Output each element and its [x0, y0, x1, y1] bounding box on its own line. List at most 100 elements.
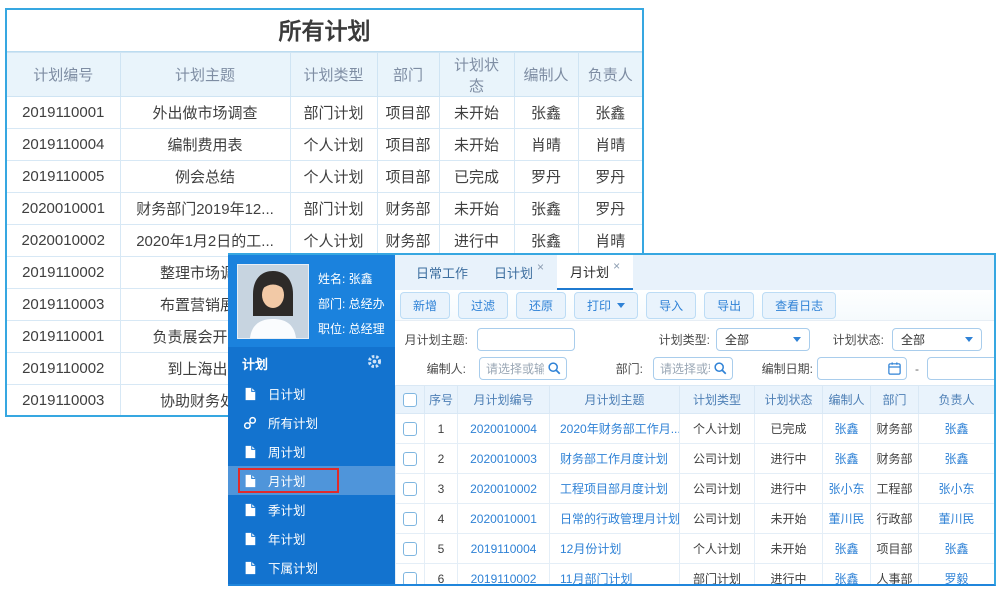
- magnifier-icon[interactable]: [547, 361, 562, 376]
- cell-creator-link[interactable]: 张鑫: [822, 533, 871, 564]
- dept-filter-label: 部门:: [615, 362, 643, 376]
- cell-dept: 工程部: [870, 473, 919, 504]
- cell-no: 3: [424, 473, 458, 504]
- cell-owner-link[interactable]: 张鑫: [918, 413, 994, 444]
- cell-creator: 张鑫: [513, 96, 579, 129]
- cell-owner: 肖晴: [577, 128, 642, 161]
- sidebar-item-all-plans[interactable]: 所有计划: [228, 408, 395, 437]
- sidebar-item-quarterly-plan[interactable]: 季计划: [228, 495, 395, 524]
- cell-dept: 项目部: [376, 128, 440, 161]
- column-header: 计划类型: [679, 385, 755, 414]
- profile-department: 部门: 总经办: [318, 297, 385, 311]
- restore-button[interactable]: 还原: [516, 291, 567, 319]
- cell-type: 部门计划: [679, 563, 755, 584]
- column-header: 编制人: [513, 52, 579, 97]
- tab-daily-plan[interactable]: 日计划 ×: [481, 255, 557, 290]
- status-filter-select[interactable]: 全部: [892, 328, 982, 351]
- cell-subject-link[interactable]: 工程项目部月度计划: [549, 473, 680, 504]
- row-checkbox[interactable]: [403, 451, 417, 466]
- profile-name: 姓名: 张鑫: [318, 272, 373, 286]
- print-button[interactable]: 打印: [574, 291, 639, 319]
- sidebar-item-subordinate-plan[interactable]: 下属计划: [228, 553, 395, 582]
- cell-owner-link[interactable]: 罗毅: [918, 563, 994, 584]
- column-header: 月计划主题: [549, 385, 680, 414]
- row-checkbox[interactable]: [403, 541, 417, 556]
- row-checkbox[interactable]: [403, 511, 417, 526]
- cell-owner-link[interactable]: 董川民: [918, 503, 994, 534]
- cell-status: 已完成: [754, 413, 823, 444]
- cell-owner: 罗丹: [577, 160, 642, 193]
- type-filter-label: 计划类型:: [658, 333, 710, 347]
- table-row: 2019110001 外出做市场调查 部门计划 项目部 未开始 张鑫 张鑫: [7, 96, 642, 129]
- close-icon[interactable]: ×: [537, 260, 544, 274]
- cell-plan-id: 2019110004: [7, 128, 121, 161]
- sidebar-item-yearly-plan[interactable]: 年计划: [228, 524, 395, 553]
- column-header: 序号: [424, 385, 458, 414]
- table-row: 6 2019110002 11月部门计划 部门计划 进行中 张鑫 人事部 罗毅: [395, 563, 994, 584]
- cell-creator-link[interactable]: 张鑫: [822, 443, 871, 474]
- cell-dept: 项目部: [870, 533, 919, 564]
- cell-subject-link[interactable]: 日常的行政管理月计划: [549, 503, 680, 534]
- subject-filter-input[interactable]: [477, 328, 575, 351]
- cell-status: 进行中: [754, 473, 823, 504]
- sidebar-item-daily-plan[interactable]: 日计划: [228, 379, 395, 408]
- cell-subject-link[interactable]: 财务部工作月度计划: [549, 443, 680, 474]
- caret-down-icon: [617, 302, 626, 308]
- sidebar-item-label: 月计划: [268, 475, 306, 489]
- view-log-button[interactable]: 查看日志: [762, 291, 837, 319]
- cell-subject-link[interactable]: 2020年财务部工作月...: [549, 413, 680, 444]
- cell-creator-link[interactable]: 董川民: [822, 503, 871, 534]
- cell-subject: 编制费用表: [119, 128, 291, 161]
- cell-owner-link[interactable]: 张小东: [918, 473, 994, 504]
- type-filter-select[interactable]: 全部: [716, 328, 810, 351]
- cell-creator-link[interactable]: 张小东: [822, 473, 871, 504]
- cell-creator-link[interactable]: 张鑫: [822, 563, 871, 584]
- creator-filter-label: 编制人:: [426, 362, 466, 376]
- tab-monthly-plan[interactable]: 月计划 ×: [557, 255, 634, 290]
- row-checkbox[interactable]: [403, 571, 417, 584]
- cell-subject: 2020年1月2日的工...: [119, 224, 291, 257]
- calendar-icon[interactable]: [887, 361, 902, 376]
- add-button[interactable]: 新增: [400, 291, 451, 319]
- close-icon[interactable]: ×: [613, 259, 620, 273]
- table-row: 2020010001 财务部门2019年12... 部门计划 财务部 未开始 张…: [7, 192, 642, 225]
- cell-plan-id-link[interactable]: 2020010001: [457, 503, 550, 534]
- created-date-to-input[interactable]: [927, 357, 994, 380]
- cell-plan-id-link[interactable]: 2020010003: [457, 443, 550, 474]
- toolbar: 新增 过滤 还原 打印 导入 导出 查看日志: [395, 290, 994, 321]
- tab-daily-work[interactable]: 日常工作: [403, 255, 481, 290]
- filter-button[interactable]: 过滤: [458, 291, 509, 319]
- user-profile: 姓名: 张鑫 部门: 总经办 职位: 总经理: [228, 255, 395, 347]
- cell-plan-id-link[interactable]: 2020010004: [457, 413, 550, 444]
- cell-plan-id-link[interactable]: 2019110002: [457, 563, 550, 584]
- import-button[interactable]: 导入: [646, 291, 697, 319]
- column-header: 部门: [870, 385, 919, 414]
- gear-icon[interactable]: [367, 354, 382, 372]
- cell-owner-link[interactable]: 张鑫: [918, 533, 994, 564]
- sidebar-item-label: 年计划: [268, 533, 306, 547]
- cell-type: 个人计划: [679, 413, 755, 444]
- chain-link-icon: [243, 416, 257, 430]
- table-header-row: 序号 月计划编号 月计划主题 计划类型 计划状态 编制人 部门 负责人: [395, 385, 994, 414]
- cell-dept: 行政部: [870, 503, 919, 534]
- row-checkbox[interactable]: [403, 481, 417, 496]
- select-all-checkbox[interactable]: [403, 392, 417, 407]
- cell-subject-link[interactable]: 12月份计划: [549, 533, 680, 564]
- cell-creator: 张鑫: [513, 224, 579, 257]
- cell-dept: 财务部: [870, 413, 919, 444]
- tab-label: 月计划: [570, 265, 610, 280]
- sidebar-item-monthly-plan[interactable]: 月计划: [228, 466, 395, 495]
- cell-creator-link[interactable]: 张鑫: [822, 413, 871, 444]
- cell-plan-id-link[interactable]: 2020010002: [457, 473, 550, 504]
- sidebar-item-weekly-plan[interactable]: 周计划: [228, 437, 395, 466]
- cell-status: 已完成: [438, 160, 515, 193]
- subject-filter-label: 月计划主题:: [404, 333, 468, 347]
- row-checkbox[interactable]: [403, 421, 417, 436]
- cell-plan-id: 2019110005: [7, 160, 121, 193]
- cell-plan-id-link[interactable]: 2019110004: [457, 533, 550, 564]
- magnifier-icon[interactable]: [713, 361, 728, 376]
- cell-owner-link[interactable]: 张鑫: [918, 443, 994, 474]
- cell-subject-link[interactable]: 11月部门计划: [549, 563, 680, 584]
- cell-status: 进行中: [754, 563, 823, 584]
- export-button[interactable]: 导出: [704, 291, 755, 319]
